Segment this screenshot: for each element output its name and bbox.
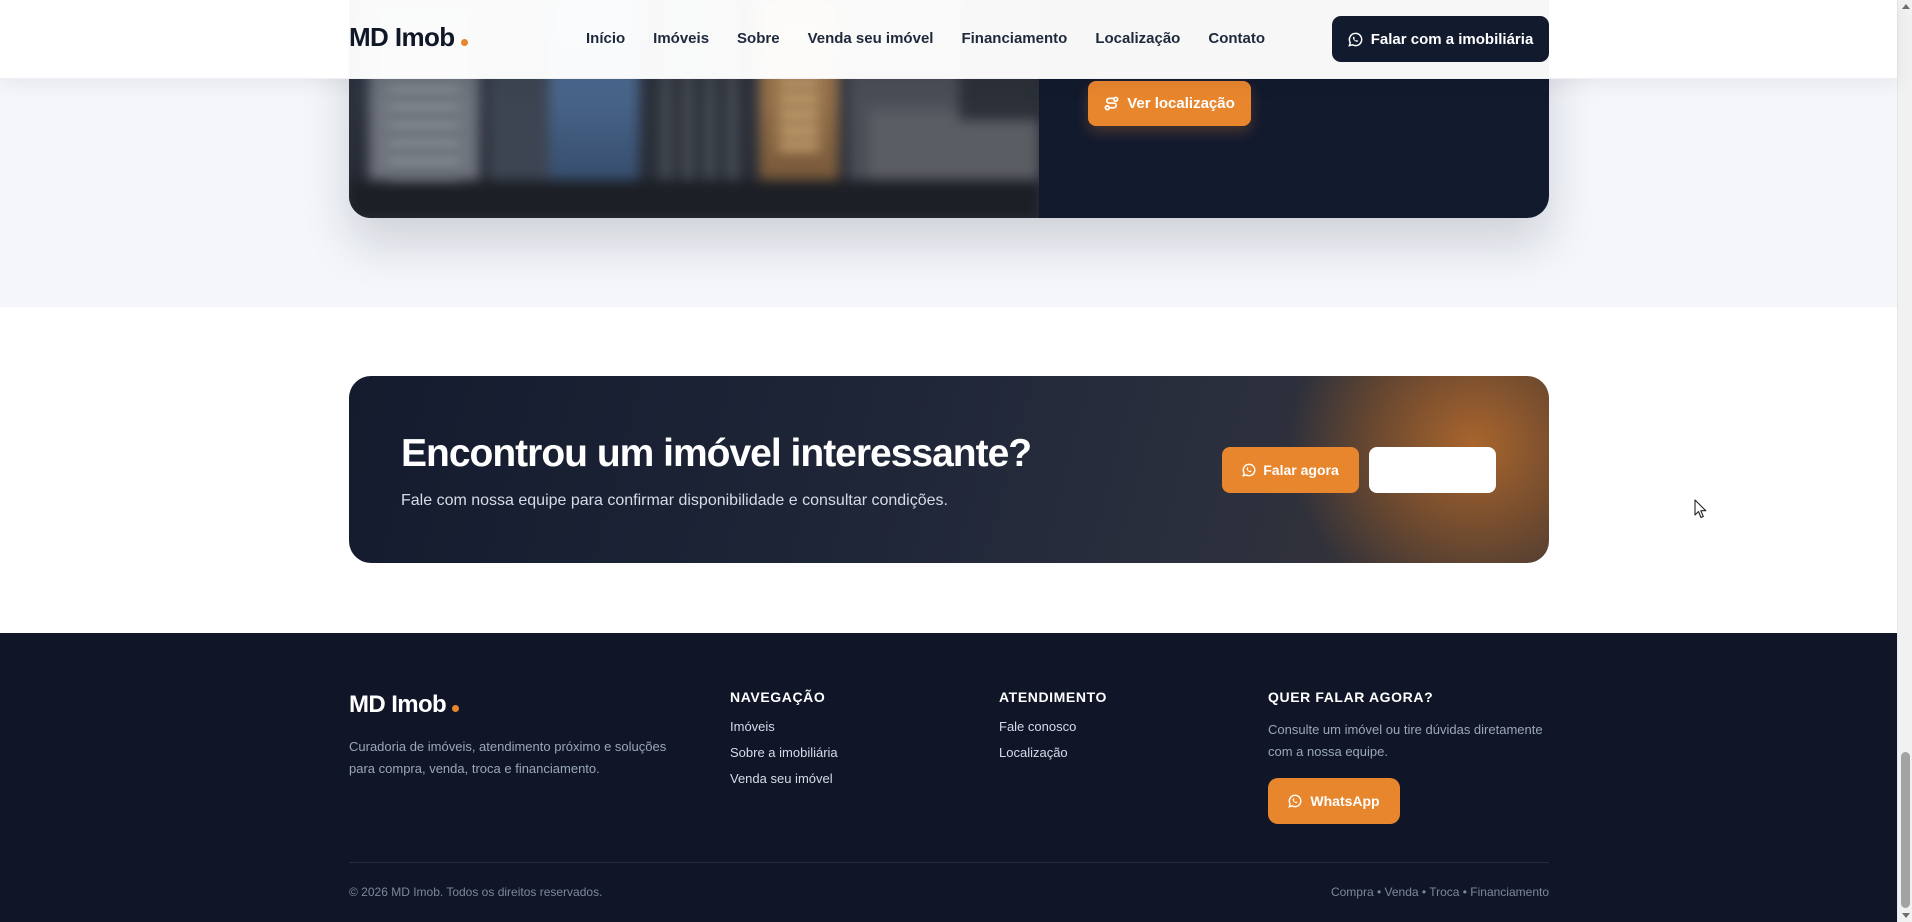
whatsapp-button[interactable]: WhatsApp [1268,778,1400,824]
footer-description: Curadoria de imóveis, atendimento próxim… [349,739,667,776]
contact-agency-label: Falar com a imobiliária [1370,30,1534,48]
footer-copyright: © 2026 MD Imob. Todos os direitos reserv… [349,885,603,899]
nav-imoveis[interactable]: Imóveis [653,30,709,47]
header-logo[interactable]: MD Imob [349,22,468,53]
footer-navigation-title: NAVEGAÇÃO [730,689,826,705]
contact-agency-button[interactable]: Falar com a imobiliária [1332,16,1549,62]
footer-tags: Compra • Venda • Troca • Financiamento [1330,885,1549,899]
scroll-down-arrow-icon[interactable] [1902,913,1910,918]
footer-logo[interactable]: MD Imob [349,691,460,719]
whatsapp-icon [1348,32,1363,47]
footer-service-column: ATENDIMENTO Fale conosco Localização [999,689,1107,771]
whatsapp-label: WhatsApp [1310,793,1380,809]
footer-brand-dot [452,705,460,712]
view-location-label: Ver localização [1127,95,1235,112]
secondary-button[interactable] [1369,447,1496,493]
nav-contato[interactable]: Contato [1208,30,1265,47]
footer-navigation-column: NAVEGAÇÃO Imóveis Sobre a imobiliária Ve… [730,689,838,797]
footer-link-venda[interactable]: Venda seu imóvel [730,771,838,786]
footer-link-fale-conosco[interactable]: Fale conosco [999,719,1107,734]
site-footer: MD Imob Curadoria de imóveis, atendiment… [0,633,1897,922]
main-nav: Início Imóveis Sobre Venda seu imóvel Fi… [586,30,1265,47]
cta-banner: Encontrou um imóvel interessante? Fale c… [349,376,1549,563]
footer-contact-column: QUER FALAR AGORA? Consulte um imóvel ou … [1268,689,1558,824]
footer-link-sobre[interactable]: Sobre a imobiliária [730,745,838,760]
talk-now-button[interactable]: Falar agora [1222,447,1359,493]
cta-subtitle: Fale com nossa equipe para confirmar dis… [401,492,948,509]
cta-title: Encontrou um imóvel interessante? [401,432,1032,475]
footer-link-imoveis[interactable]: Imóveis [730,719,838,734]
footer-contact-text: Consulte um imóvel ou tire dúvidas diret… [1268,722,1543,759]
footer-divider [349,862,1549,863]
footer-service-title: ATENDIMENTO [999,689,1107,705]
page-scrollbar[interactable] [1897,0,1912,922]
scroll-up-arrow-icon[interactable] [1902,4,1910,9]
whatsapp-icon [1288,794,1302,808]
footer-brand-name: MD Imob [349,691,447,718]
site-header: MD Imob Início Imóveis Sobre Venda seu i… [0,0,1897,79]
footer-contact-title: QUER FALAR AGORA? [1268,689,1434,705]
nav-venda-seu-imovel[interactable]: Venda seu imóvel [808,30,934,47]
nav-localizacao[interactable]: Localização [1095,30,1180,47]
nav-sobre[interactable]: Sobre [737,30,780,47]
scrollbar-thumb[interactable] [1901,752,1910,908]
brand-dot [460,39,468,46]
talk-now-label: Falar agora [1263,462,1339,478]
footer-link-localizacao[interactable]: Localização [999,745,1107,760]
view-location-button[interactable]: Ver localização [1088,81,1251,126]
mouse-cursor-icon [1694,499,1708,519]
route-icon [1104,96,1119,111]
whatsapp-icon [1242,463,1256,477]
nav-inicio[interactable]: Início [586,30,625,47]
nav-financiamento[interactable]: Financiamento [961,30,1067,47]
brand-name: MD Imob [349,22,455,52]
